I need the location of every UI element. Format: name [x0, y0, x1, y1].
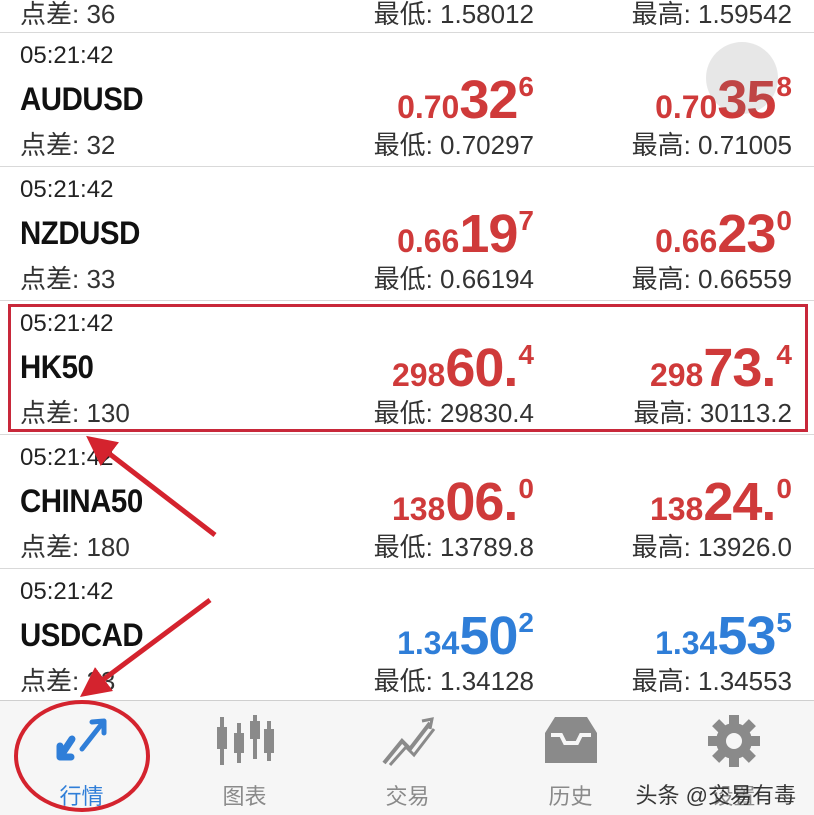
candlestick-chart-icon	[216, 715, 274, 765]
symbol-name: AUDUSD	[20, 81, 144, 117]
low-price: 最低: 0.70297	[373, 130, 534, 160]
high-price: 最高: 0.66559	[631, 264, 792, 294]
tab-label: 交易	[385, 784, 430, 809]
bid-prefix: 138	[391, 491, 446, 527]
quote-row-usdcad[interactable]: 05:21:42 USDCAD 点差: 23 1.34502 1.34535 最…	[0, 569, 814, 700]
ask-prefix: 0.70	[655, 89, 718, 125]
tab-label: 历史	[548, 784, 593, 809]
gear-icon	[707, 715, 760, 767]
high-price: 最高: 0.71005	[631, 130, 792, 160]
bid-pips: 19	[459, 204, 518, 264]
quote-time: 05:21:42	[20, 42, 114, 69]
bid-price[interactable]: 13806.0	[391, 472, 534, 532]
quote-time: 05:21:42	[20, 578, 114, 605]
circle-annotation	[14, 700, 150, 812]
low-price: 最低: 1.34128	[373, 666, 534, 696]
bid-prefix: 0.66	[397, 223, 460, 259]
spread-label: 点差: 36	[20, 0, 116, 29]
bid-price[interactable]: 0.66197	[397, 204, 534, 264]
bid-fraction: 6	[518, 71, 534, 102]
ask-price[interactable]: 0.66230	[655, 204, 792, 264]
quote-time: 05:21:42	[20, 444, 114, 471]
ask-prefix: 1.34	[655, 625, 718, 661]
tab-label: 图表	[222, 784, 267, 809]
trade-trend-icon	[381, 717, 435, 766]
symbol-name: USDCAD	[20, 617, 144, 653]
highlight-box-annotation	[8, 304, 808, 432]
symbol-name: CHINA50	[20, 483, 143, 519]
bid-prefix: 1.34	[397, 625, 460, 661]
quote-row-china50[interactable]: 05:21:42 CHINA50 点差: 180 13806.0 13824.0…	[0, 435, 814, 569]
low-price: 最低: 0.66194	[373, 264, 534, 294]
bid-pips: 50	[459, 606, 518, 666]
ask-fraction: 0	[776, 205, 792, 236]
ask-fraction: 0	[776, 473, 792, 504]
ask-fraction: 8	[776, 71, 792, 102]
symbol-name: NZDUSD	[20, 215, 140, 251]
quote-row-audusd[interactable]: 05:21:42 AUDUSD 点差: 32 0.70326 0.70358 最…	[0, 33, 814, 167]
tab-chart[interactable]: 图表	[163, 701, 326, 815]
tab-trade[interactable]: 交易	[326, 701, 489, 815]
bid-price[interactable]: 1.34502	[397, 606, 534, 666]
quote-row-partial[interactable]: 点差: 36 最低: 1.58012 最高: 1.59542	[0, 0, 814, 33]
bid-pips: 06.	[445, 472, 518, 532]
high-price: 最高: 13926.0	[631, 532, 792, 562]
bid-fraction: 2	[518, 607, 534, 638]
ask-pips: 24.	[703, 472, 776, 532]
bid-pips: 32	[459, 70, 518, 130]
ask-fraction: 5	[776, 607, 792, 638]
quote-time: 05:21:42	[20, 176, 114, 203]
bid-prefix: 0.70	[397, 89, 460, 125]
quote-row-nzdusd[interactable]: 05:21:42 NZDUSD 点差: 33 0.66197 0.66230 最…	[0, 167, 814, 301]
spread-label: 点差: 23	[20, 666, 116, 696]
high-price: 最高: 1.34553	[631, 666, 792, 696]
ask-price[interactable]: 1.34535	[655, 606, 792, 666]
history-inbox-icon	[544, 717, 597, 763]
bid-fraction: 7	[518, 205, 534, 236]
watermark-text: 头条 @交易有毒	[635, 783, 796, 808]
spread-label: 点差: 33	[20, 264, 116, 294]
low-price: 最低: 1.58012	[373, 0, 534, 29]
spread-label: 点差: 180	[20, 532, 130, 562]
ask-pips: 23	[717, 204, 776, 264]
ask-prefix: 0.66	[655, 223, 718, 259]
assistive-touch-button[interactable]	[706, 42, 778, 114]
ask-pips: 53	[717, 606, 776, 666]
bid-price[interactable]: 0.70326	[397, 70, 534, 130]
bid-fraction: 0	[518, 473, 534, 504]
ask-prefix: 138	[649, 491, 704, 527]
ask-price[interactable]: 13824.0	[649, 472, 792, 532]
low-price: 最低: 13789.8	[373, 532, 534, 562]
tab-history[interactable]: 历史	[489, 701, 652, 815]
spread-label: 点差: 32	[20, 130, 116, 160]
high-price: 最高: 1.59542	[631, 0, 792, 29]
